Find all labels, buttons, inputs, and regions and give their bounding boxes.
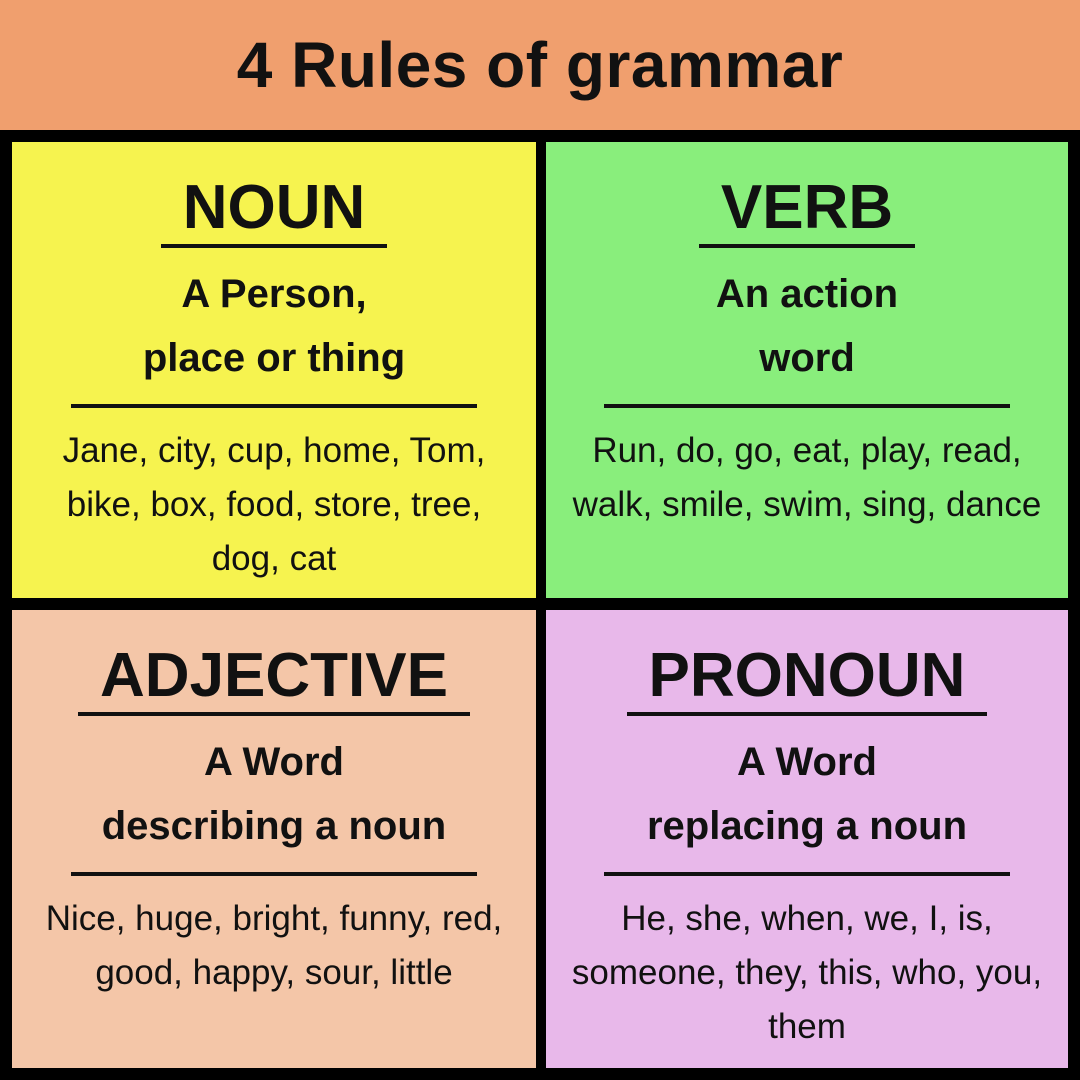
noun-definition: A Person, place or thing — [71, 262, 477, 408]
noun-card: NOUN A Person, place or thing Jane, city… — [12, 142, 536, 598]
adjective-heading: ADJECTIVE — [78, 640, 470, 716]
adjective-examples: Nice, huge, bright, funny, red, good, ha… — [45, 899, 503, 992]
page-title: 4 Rules of grammar — [236, 29, 844, 101]
title-banner: 4 Rules of grammar — [0, 0, 1080, 130]
verb-heading: VERB — [698, 172, 916, 248]
adjective-definition: A Word describing a noun — [71, 730, 477, 876]
pronoun-card: PRONOUN A Word replacing a noun He, she,… — [546, 610, 1068, 1068]
verb-definition: An action word — [604, 262, 1010, 408]
pronoun-heading: PRONOUN — [626, 640, 988, 716]
pronoun-definition: A Word replacing a noun — [604, 730, 1010, 876]
noun-heading: NOUN — [160, 172, 388, 248]
pronoun-examples: He, she, when, we, I, is, someone, they,… — [571, 899, 1043, 1046]
verb-examples: Run, do, go, eat, play, read, walk, smil… — [572, 431, 1042, 524]
adjective-card: ADJECTIVE A Word describing a noun Nice,… — [12, 610, 536, 1068]
verb-card: VERB An action word Run, do, go, eat, pl… — [546, 142, 1068, 598]
noun-examples: Jane, city, cup, home, Tom, bike, box, f… — [62, 431, 486, 578]
